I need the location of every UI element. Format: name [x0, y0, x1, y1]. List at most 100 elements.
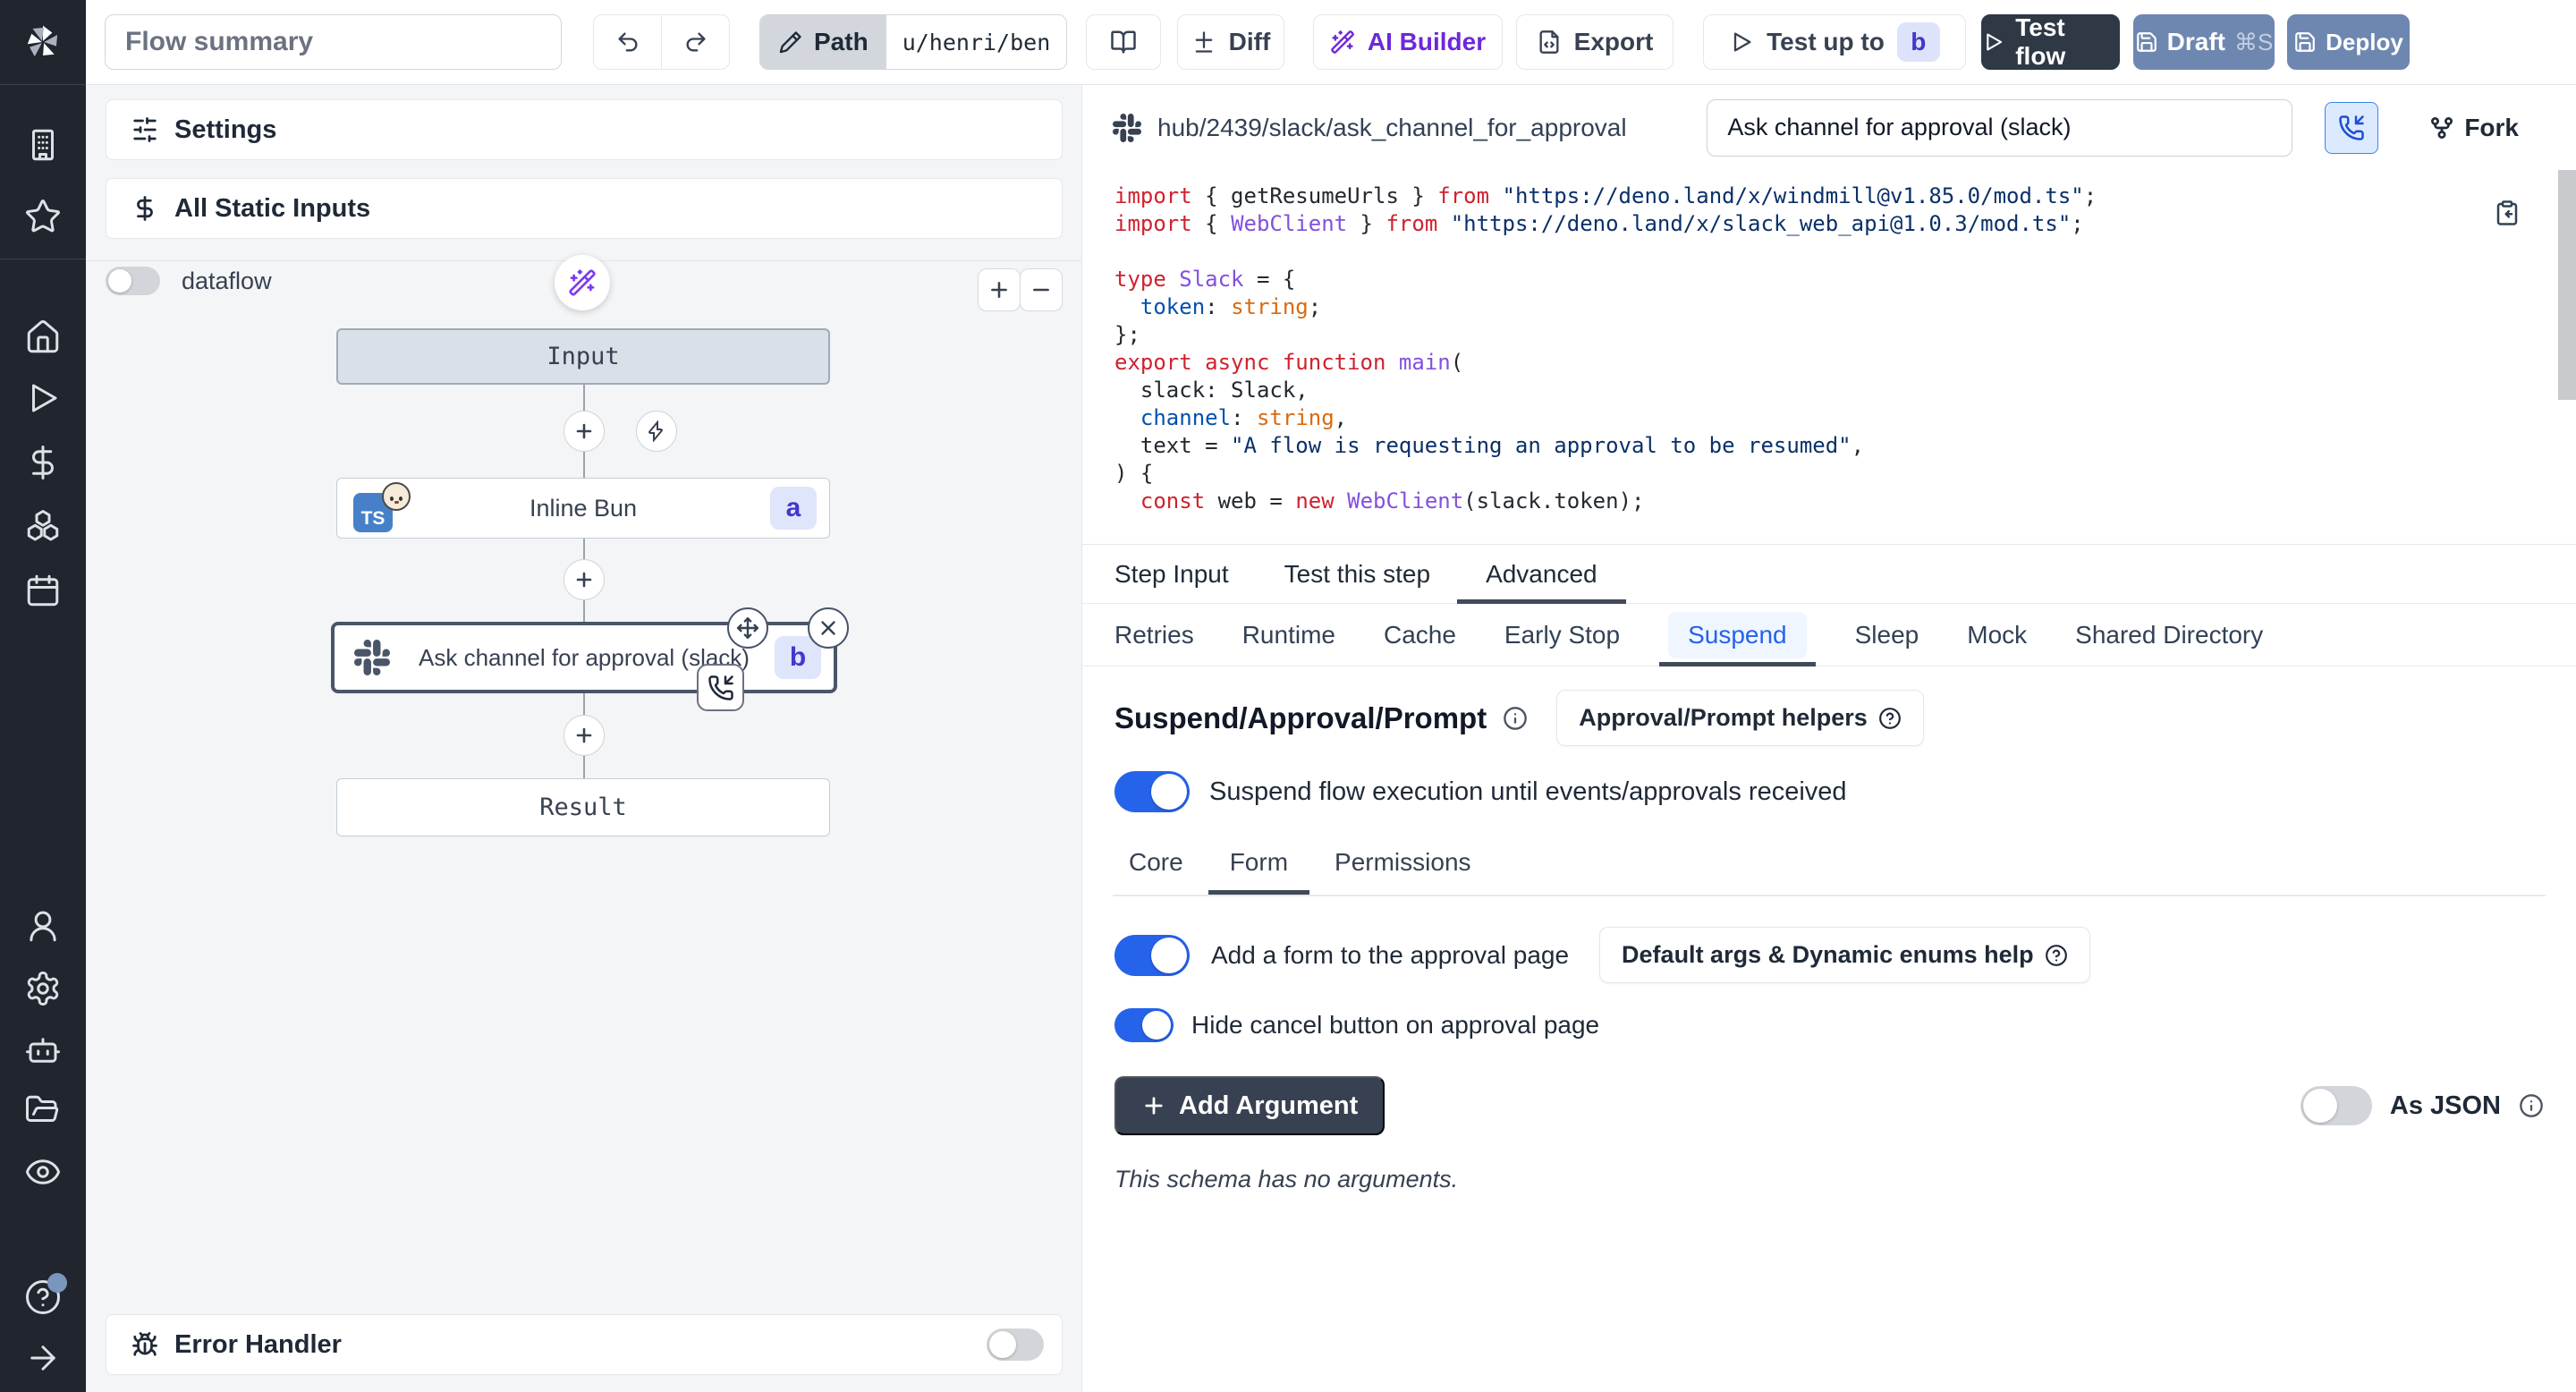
slack-icon — [1113, 114, 1141, 142]
move-node-handle[interactable] — [727, 607, 768, 649]
typescript-bun-icon: TS — [353, 488, 416, 532]
hide-cancel-label: Hide cancel button on approval page — [1191, 1011, 1599, 1040]
folders-icon[interactable] — [24, 1092, 62, 1130]
sliders-icon — [131, 116, 158, 143]
audit-eye-icon[interactable] — [24, 1153, 62, 1191]
add-form-label: Add a form to the approval page — [1211, 941, 1569, 970]
suspend-flow-toggle[interactable] — [1114, 771, 1190, 812]
favorites-star-icon[interactable] — [24, 198, 62, 235]
slack-icon — [354, 640, 390, 675]
subtab-shared-directory[interactable]: Shared Directory — [2075, 604, 2263, 666]
test-up-to-button[interactable]: Test up to b — [1703, 14, 1966, 70]
inner-tab-core[interactable]: Core — [1129, 848, 1183, 895]
draft-button[interactable]: Draft ⌘S — [2133, 14, 2275, 70]
expand-sidebar-arrow-icon[interactable] — [24, 1339, 62, 1377]
windmill-logo[interactable] — [0, 0, 86, 85]
flow-node-input[interactable]: Input — [336, 328, 830, 385]
move-icon — [736, 616, 759, 640]
hide-cancel-toggle[interactable] — [1114, 1008, 1174, 1042]
info-icon — [2519, 1093, 2544, 1118]
inner-tab-form[interactable]: Form — [1230, 848, 1288, 895]
users-icon[interactable] — [24, 907, 62, 945]
help-icon[interactable] — [24, 1278, 62, 1316]
code-lines: import { getResumeUrls } from "https://d… — [1114, 182, 2576, 515]
tab-step-input[interactable]: Step Input — [1114, 545, 1229, 603]
variables-icon[interactable] — [24, 444, 62, 481]
subtab-cache[interactable]: Cache — [1384, 604, 1456, 666]
settings-gear-icon[interactable] — [24, 970, 62, 1007]
fork-label: Fork — [2464, 114, 2519, 142]
deploy-button[interactable]: Deploy — [2287, 14, 2410, 70]
zoom-out-button[interactable] — [1020, 268, 1063, 311]
tab-advanced[interactable]: Advanced — [1486, 545, 1597, 603]
delete-node-button[interactable] — [808, 607, 849, 649]
test-up-to-step-badge[interactable]: b — [1897, 22, 1940, 62]
home-icon[interactable] — [24, 318, 62, 356]
close-icon — [817, 616, 840, 640]
runs-icon[interactable] — [24, 379, 62, 417]
subtab-retries[interactable]: Retries — [1114, 604, 1194, 666]
play-icon — [1729, 30, 1754, 55]
add-form-toggle[interactable] — [1114, 935, 1190, 976]
insert-step-button-2[interactable] — [564, 559, 605, 600]
subtab-suspend[interactable]: Suspend — [1668, 604, 1807, 666]
flow-node-inline-bun[interactable]: TS Inline Bun a — [336, 478, 830, 539]
error-handler-row[interactable]: Error Handler — [106, 1314, 1063, 1375]
approval-prompt-helpers-button[interactable]: Approval/Prompt helpers — [1556, 690, 1924, 746]
error-handler-toggle[interactable] — [987, 1328, 1044, 1361]
trigger-zap-button[interactable] — [636, 411, 677, 452]
schedules-icon[interactable] — [24, 572, 62, 609]
help-circle-icon — [1878, 707, 1902, 730]
step-name-input[interactable] — [1707, 99, 2292, 157]
subtab-sleep[interactable]: Sleep — [1855, 604, 1919, 666]
default-args-help-button[interactable]: Default args & Dynamic enums help — [1599, 927, 2090, 983]
code-editor[interactable]: import { getResumeUrls } from "https://d… — [1082, 170, 2576, 545]
copy-code-button[interactable] — [2494, 199, 2521, 226]
undo-button[interactable] — [594, 15, 661, 69]
insert-step-button-3[interactable] — [564, 715, 605, 756]
ai-flow-wand-button[interactable] — [555, 255, 610, 310]
code-scrollbar[interactable] — [2558, 170, 2576, 400]
plus-icon — [987, 278, 1011, 301]
workers-bot-icon[interactable] — [24, 1031, 62, 1069]
workspace-icon[interactable] — [24, 126, 62, 164]
diff-button[interactable]: Diff — [1177, 14, 1284, 70]
flow-node-result[interactable]: Result — [336, 778, 830, 836]
inner-tab-permissions[interactable]: Permissions — [1335, 848, 1470, 895]
zoom-in-button[interactable] — [978, 268, 1021, 311]
ai-builder-button[interactable]: AI Builder — [1313, 14, 1503, 70]
approval-step-indicator-button[interactable] — [2325, 102, 2378, 154]
deploy-label: Deploy — [2326, 29, 2403, 56]
export-button[interactable]: Export — [1516, 14, 1674, 70]
suspend-phone-incoming-indicator[interactable] — [697, 664, 744, 711]
insert-step-button-1[interactable] — [564, 411, 605, 452]
as-json-label: As JSON — [2390, 1091, 2501, 1121]
path-control[interactable]: Path u/henri/ben — [759, 14, 1067, 70]
add-argument-button[interactable]: Add Argument — [1114, 1076, 1385, 1135]
tab-test-this-step[interactable]: Test this step — [1284, 545, 1430, 603]
dataflow-row: dataflow — [106, 267, 272, 295]
git-fork-icon — [2428, 115, 2455, 141]
as-json-toggle[interactable] — [2301, 1086, 2372, 1125]
suspend-section: Suspend/Approval/Prompt Approval/Prompt … — [1082, 666, 2576, 1193]
path-edit-segment[interactable]: Path — [760, 15, 886, 69]
redo-button[interactable] — [661, 15, 729, 69]
docs-book-button[interactable] — [1086, 14, 1161, 70]
draft-shortcut: ⌘S — [2234, 29, 2273, 56]
settings-row[interactable]: Settings — [106, 99, 1063, 160]
result-node-label: Result — [539, 794, 627, 821]
dataflow-toggle[interactable] — [106, 267, 160, 295]
diff-icon — [1191, 30, 1216, 55]
test-flow-button[interactable]: Test flow — [1981, 14, 2120, 70]
flow-summary-input[interactable] — [105, 14, 562, 70]
subtab-early-stop[interactable]: Early Stop — [1504, 604, 1620, 666]
path-value[interactable]: u/henri/ben — [886, 15, 1067, 69]
zap-icon — [646, 420, 667, 442]
subtab-runtime[interactable]: Runtime — [1242, 604, 1335, 666]
fork-button[interactable]: Fork — [2428, 114, 2519, 142]
resources-icon[interactable] — [24, 508, 62, 546]
hub-path-text[interactable]: hub/2439/slack/ask_channel_for_approval — [1157, 114, 1627, 142]
help-circle-icon — [2045, 944, 2068, 967]
subtab-mock[interactable]: Mock — [1967, 604, 2027, 666]
all-static-inputs-row[interactable]: All Static Inputs — [106, 178, 1063, 239]
